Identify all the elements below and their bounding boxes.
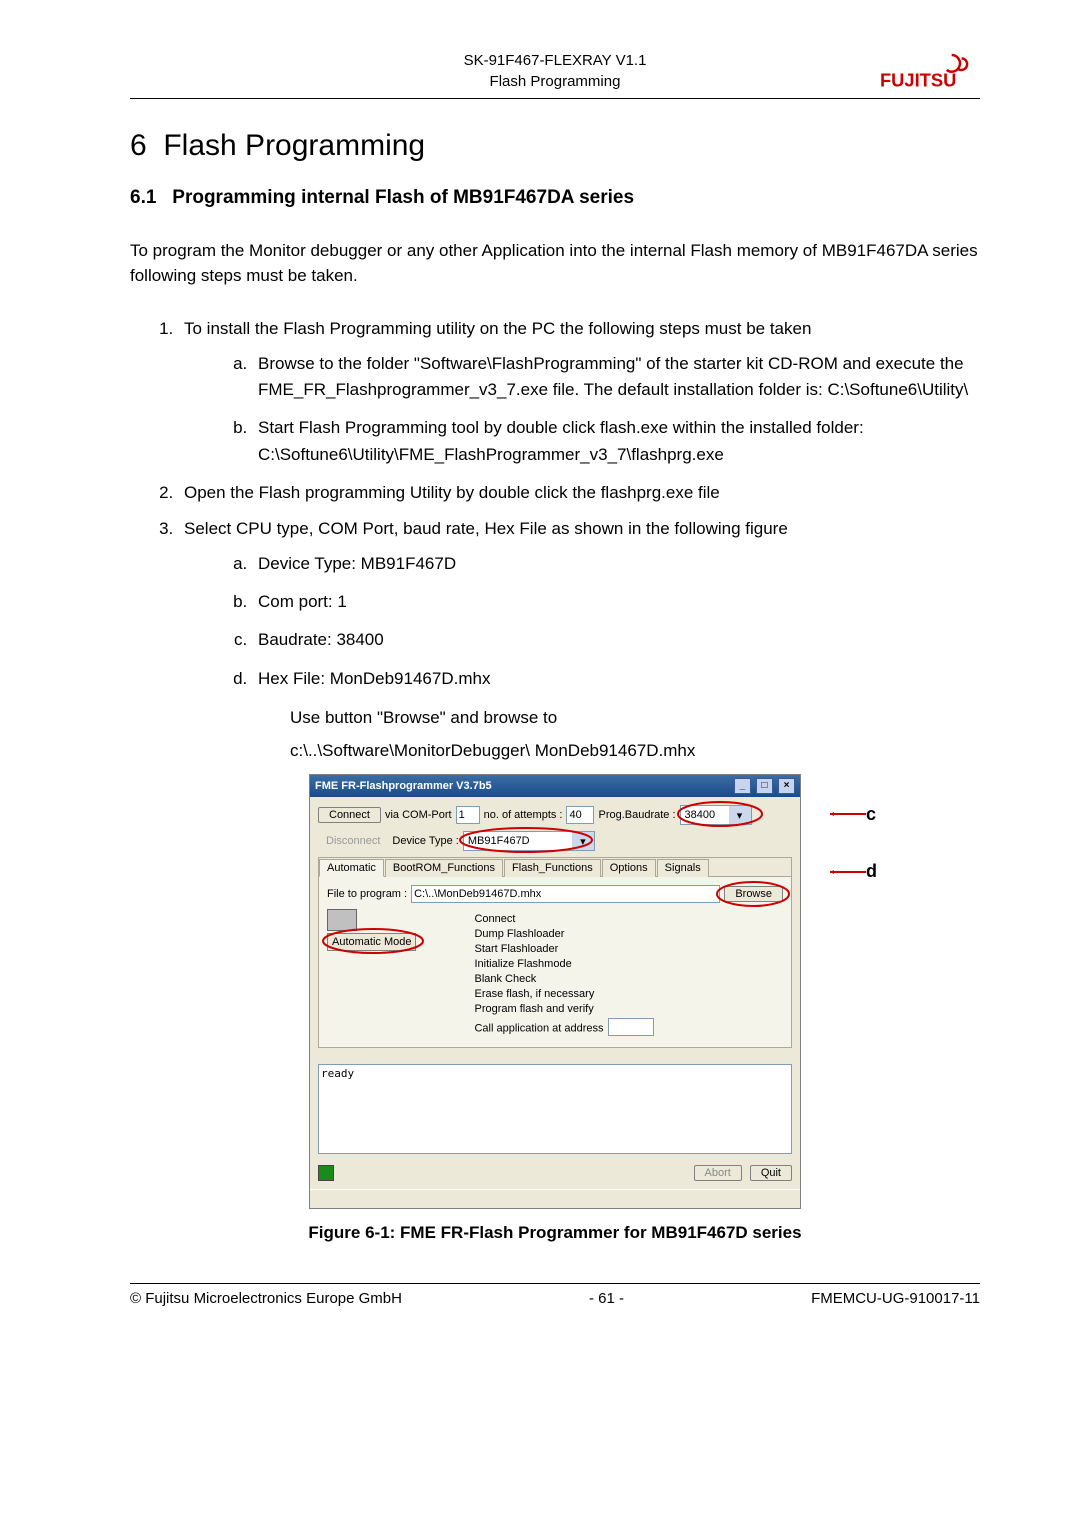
callout-d: d (866, 861, 877, 882)
subsection-heading: 6.1 Programming internal Flash of MB91F4… (130, 187, 980, 209)
step-3: Select CPU type, COM Port, baud rate, He… (178, 516, 980, 764)
step-1b: Start Flash Programming tool by double c… (252, 415, 980, 468)
header-line1: SK-91F467-FLEXRAY V1.1 (230, 50, 880, 71)
minimize-icon[interactable]: _ (734, 778, 751, 794)
attempts-label: no. of attempts : (484, 809, 563, 821)
close-icon[interactable]: × (778, 778, 795, 794)
step-1a: Browse to the folder "Software\FlashProg… (252, 351, 980, 404)
proc-call: Call application at address (474, 1018, 653, 1036)
tab-bootrom[interactable]: BootROM_Functions (385, 859, 503, 877)
chip-icon (327, 909, 357, 931)
section-heading: 6 Flash Programming (130, 129, 980, 163)
intro-paragraph: To program the Monitor debugger or any o… (130, 239, 980, 288)
header-line2: Flash Programming (230, 71, 880, 92)
window-title: FME FR-Flashprogrammer V3.7b5 (315, 780, 492, 792)
header-divider (130, 98, 980, 99)
attempts-input[interactable] (566, 806, 594, 824)
page-header: SK-91F467-FLEXRAY V1.1 Flash Programming (230, 50, 880, 92)
window-controls[interactable]: _ □ × (732, 778, 795, 794)
proc-init: Initialize Flashmode (474, 958, 653, 970)
device-type-select[interactable]: MB91F467D▾ (463, 831, 595, 851)
step-3d-extra2: c:\..\Software\MonitorDebugger\ MonDeb91… (290, 737, 980, 764)
proc-dump: Dump Flashloader (474, 928, 653, 940)
disconnect-button: Disconnect (318, 834, 388, 848)
via-com-label: via COM-Port (385, 809, 452, 821)
proc-start: Start Flashloader (474, 943, 653, 955)
step-3d: Hex File: MonDeb91467D.mhx (252, 666, 980, 692)
footer-divider (130, 1283, 980, 1284)
process-list: Connect Dump Flashloader Start Flashload… (474, 913, 653, 1039)
automatic-mode-button[interactable]: Automatic Mode (327, 933, 416, 951)
statusbar (310, 1189, 800, 1208)
com-port-input[interactable] (456, 806, 480, 824)
step-3a: Device Type: MB91F467D (252, 551, 980, 577)
baudrate-label: Prog.Baudrate : (598, 809, 675, 821)
file-path-input[interactable] (411, 885, 720, 903)
proc-connect: Connect (474, 913, 653, 925)
footer-mid: - 61 - (589, 1290, 624, 1307)
footer-left: © Fujitsu Microelectronics Europe GmbH (130, 1290, 402, 1307)
abort-button: Abort (694, 1165, 742, 1181)
tab-signals[interactable]: Signals (657, 859, 709, 877)
step-2: Open the Flash programming Utility by do… (178, 480, 980, 506)
devtype-label: Device Type : (392, 835, 458, 847)
baudrate-select[interactable]: 38400▾ (680, 805, 752, 825)
log-output: ready (318, 1064, 792, 1154)
quit-button[interactable]: Quit (750, 1165, 792, 1181)
step-1: To install the Flash Programming utility… (178, 316, 980, 468)
connect-button[interactable]: Connect (318, 807, 381, 823)
figure-caption: Figure 6-1: FME FR-Flash Programmer for … (130, 1223, 980, 1243)
call-address-input[interactable] (608, 1018, 654, 1036)
proc-blank: Blank Check (474, 973, 653, 985)
tab-automatic[interactable]: Automatic (319, 859, 384, 877)
browse-button[interactable]: Browse (724, 886, 783, 902)
status-led-icon (318, 1165, 334, 1181)
callout-c: c (866, 804, 876, 825)
svg-text:FUJITSU: FUJITSU (880, 70, 956, 91)
step-3d-extra1: Use button "Browse" and browse to (290, 704, 980, 731)
step-3c: Baudrate: 38400 (252, 627, 980, 653)
proc-erase: Erase flash, if necessary (474, 988, 653, 1000)
tab-flashfunc[interactable]: Flash_Functions (504, 859, 601, 877)
window-titlebar[interactable]: FME FR-Flashprogrammer V3.7b5 _ □ × (310, 775, 800, 797)
tab-options[interactable]: Options (602, 859, 656, 877)
proc-program: Program flash and verify (474, 1003, 653, 1015)
fujitsu-logo: FUJITSU (880, 50, 980, 92)
file-label: File to program : (327, 888, 407, 900)
maximize-icon[interactable]: □ (756, 778, 773, 794)
tab-container: Automatic BootROM_Functions Flash_Functi… (318, 857, 792, 1048)
flash-programmer-window: FME FR-Flashprogrammer V3.7b5 _ □ × Conn… (309, 774, 801, 1209)
footer-right: FMEMCU-UG-910017-11 (811, 1290, 980, 1307)
step-3b: Com port: 1 (252, 589, 980, 615)
